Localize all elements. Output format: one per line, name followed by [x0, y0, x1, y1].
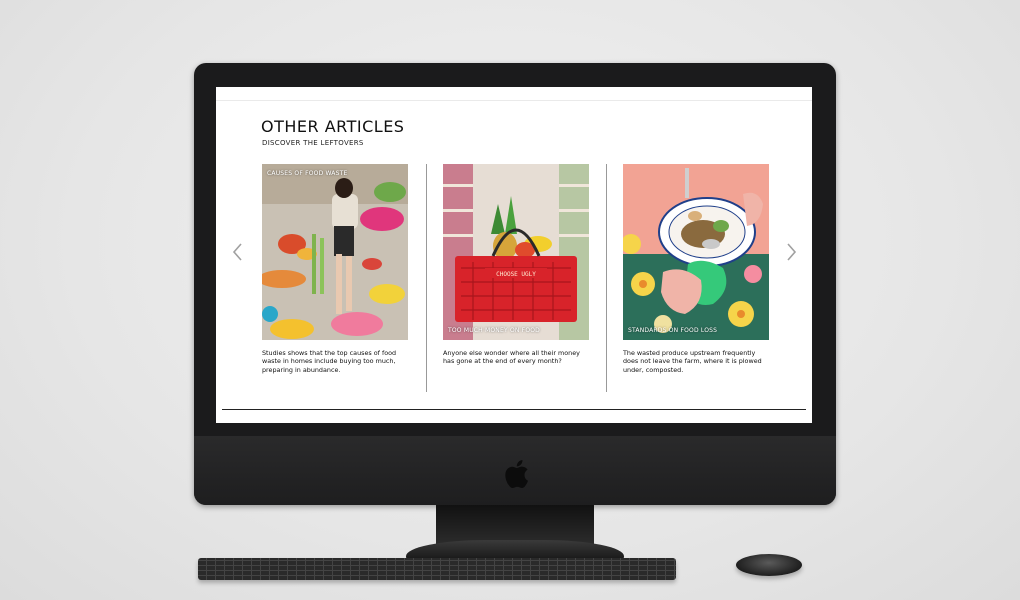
chevron-right-icon — [787, 243, 797, 261]
screen: OTHER ARTICLES DISCOVER THE LEFTOVERS CA… — [216, 87, 812, 423]
section-subtitle: DISCOVER THE LEFTOVERS — [262, 139, 364, 147]
article-card[interactable]: CAUSES OF FOOD WASTE Studies shows that … — [262, 164, 408, 374]
article-image[interactable]: CHOOSE UGLY TOO MUCH MONEY ON FOOD — [443, 164, 589, 340]
monitor-stand — [436, 505, 594, 545]
keyboard — [198, 558, 676, 580]
basket-label: CHOOSE UGLY — [496, 271, 536, 278]
article-card[interactable]: STANDARDS ON FOOD LOSS The wasted produc… — [623, 164, 769, 374]
section-title: OTHER ARTICLES — [261, 117, 405, 136]
card-divider — [426, 164, 427, 392]
carousel-prev-button[interactable] — [230, 242, 246, 262]
article-tag: STANDARDS ON FOOD LOSS — [628, 327, 718, 334]
footer-divider — [222, 409, 806, 410]
article-image[interactable]: STANDARDS ON FOOD LOSS — [623, 164, 769, 340]
apple-logo-icon — [503, 458, 529, 490]
chevron-left-icon — [232, 243, 242, 261]
leftovers-bowl-photo — [623, 164, 769, 340]
carousel-next-button[interactable] — [783, 242, 799, 262]
article-excerpt: The wasted produce upstream frequently d… — [623, 349, 762, 374]
article-excerpt: Studies shows that the top causes of foo… — [262, 349, 397, 374]
article-excerpt: Anyone else wonder where all their money… — [443, 349, 580, 366]
header-divider — [216, 100, 812, 101]
article-tag: TOO MUCH MONEY ON FOOD — [448, 327, 540, 334]
article-card[interactable]: CHOOSE UGLY TOO MUCH MONEY ON FOOD Anyon… — [443, 164, 589, 366]
feast-table-photo — [262, 164, 408, 340]
article-tag: CAUSES OF FOOD WASTE — [267, 170, 348, 177]
card-divider — [606, 164, 607, 392]
shopping-basket-photo: CHOOSE UGLY — [443, 164, 589, 340]
mouse — [736, 554, 802, 576]
article-image[interactable]: CAUSES OF FOOD WASTE — [262, 164, 408, 340]
